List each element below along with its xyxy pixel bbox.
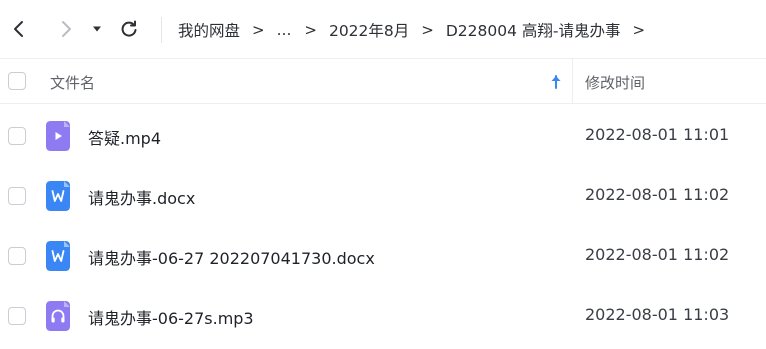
breadcrumb-separator: > (632, 21, 646, 39)
column-divider[interactable] (572, 59, 573, 104)
toolbar: 我的网盘 > ... > 2022年8月 > D228004 高翔-请鬼办事 > (0, 0, 766, 58)
back-button[interactable] (8, 17, 30, 41)
refresh-button[interactable] (118, 17, 140, 41)
file-name[interactable]: 答疑.mp4 (88, 125, 161, 149)
breadcrumb-item-month[interactable]: 2022年8月 (329, 19, 409, 41)
sort-ascending-icon[interactable] (548, 73, 564, 91)
breadcrumb: 我的网盘 > ... > 2022年8月 > D228004 高翔-请鬼办事 > (178, 17, 657, 43)
video-file-icon (46, 121, 70, 151)
breadcrumb-separator: > (252, 21, 265, 39)
toolbar-divider (161, 17, 162, 43)
table-row[interactable]: 请鬼办事-06-27 202207041730.docx 2022-08-01 … (0, 226, 766, 286)
breadcrumb-separator: > (304, 21, 317, 39)
row-checkbox[interactable] (8, 187, 26, 205)
file-name[interactable]: 请鬼办事-06-27 202207041730.docx (88, 245, 375, 269)
refresh-icon (121, 20, 137, 37)
column-header-name[interactable]: 文件名 (50, 72, 95, 93)
breadcrumb-item-current[interactable]: D228004 高翔-请鬼办事 (446, 19, 621, 41)
breadcrumb-separator: > (421, 21, 434, 39)
chevron-left-icon (14, 21, 23, 37)
chevron-right-icon (62, 21, 71, 37)
audio-file-icon (46, 301, 70, 331)
file-name[interactable]: 请鬼办事.docx (88, 185, 195, 209)
file-modified-time: 2022-08-01 11:03 (585, 305, 730, 324)
table-row[interactable]: 请鬼办事-06-27s.mp3 2022-08-01 11:03 (0, 286, 766, 346)
row-checkbox[interactable] (8, 247, 26, 265)
history-dropdown-button[interactable] (89, 17, 105, 41)
file-modified-time: 2022-08-01 11:02 (585, 245, 730, 264)
select-all-checkbox[interactable] (8, 72, 26, 90)
row-checkbox[interactable] (8, 127, 26, 145)
table-row[interactable]: 请鬼办事.docx 2022-08-01 11:02 (0, 166, 766, 226)
file-modified-time: 2022-08-01 11:02 (585, 185, 730, 204)
file-name[interactable]: 请鬼办事-06-27s.mp3 (88, 305, 254, 329)
table-header: 文件名 修改时间 (0, 58, 766, 104)
file-modified-time: 2022-08-01 11:01 (585, 125, 730, 144)
table-row[interactable]: 答疑.mp4 2022-08-01 11:01 (0, 106, 766, 166)
word-file-icon (46, 241, 70, 271)
row-checkbox[interactable] (8, 307, 26, 325)
word-file-icon (46, 181, 70, 211)
column-header-modified[interactable]: 修改时间 (585, 72, 645, 93)
breadcrumb-item-root[interactable]: 我的网盘 (178, 19, 240, 41)
forward-button[interactable] (55, 17, 77, 41)
breadcrumb-item-ellipsis[interactable]: ... (277, 21, 292, 39)
caret-down-icon (93, 26, 101, 32)
